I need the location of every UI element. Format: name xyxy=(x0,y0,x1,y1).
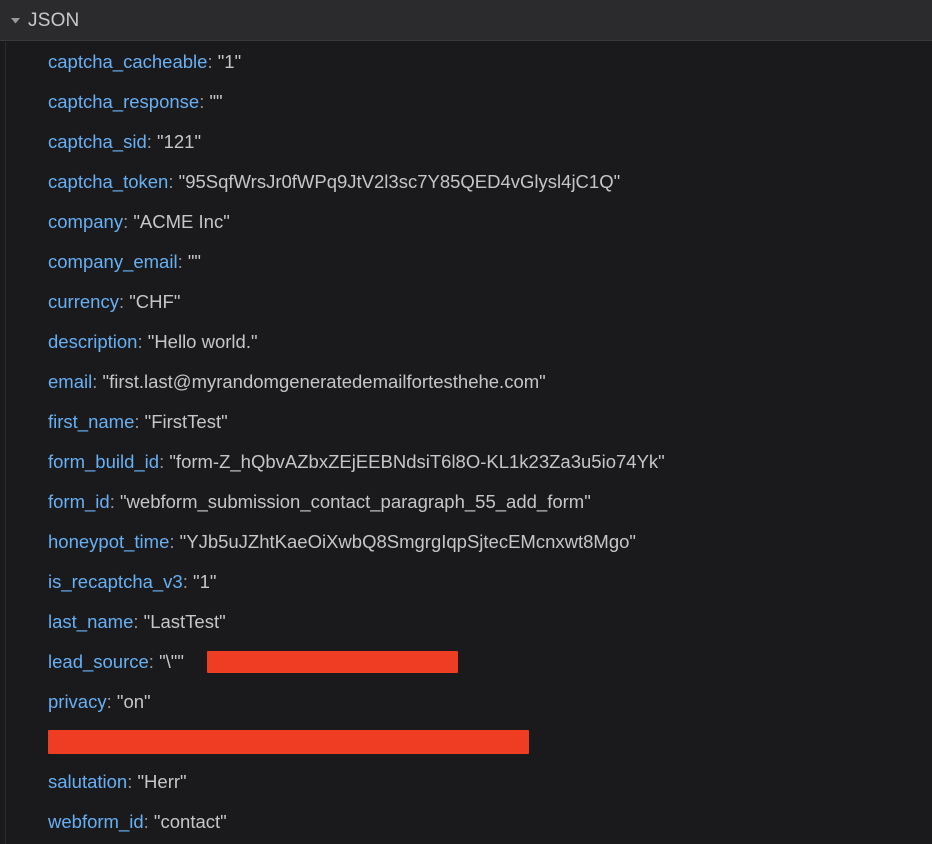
json-value: "YJb5uJZhtKaeOiXwbQ8SmgrgIqpSjtecEMcnxwt… xyxy=(179,531,636,552)
json-key: captcha_cacheable xyxy=(48,51,208,72)
json-key: is_recaptcha_v3 xyxy=(48,571,183,592)
json-separator: : xyxy=(207,51,218,72)
json-key: first_name xyxy=(48,411,135,432)
json-row[interactable]: first_name: "FirstTest" xyxy=(0,402,932,442)
json-rows-container: captcha_cacheable: "1" captcha_response: … xyxy=(0,42,932,844)
json-separator: : xyxy=(148,651,160,672)
json-value: "first.last@myrandomgeneratedemailfortes… xyxy=(102,371,546,392)
json-value-trailing-quote: " xyxy=(177,651,184,672)
json-value: "on" xyxy=(116,691,151,712)
json-row[interactable]: webform_id: "contact" xyxy=(0,802,932,842)
json-row[interactable]: salutation: "Herr" xyxy=(0,762,932,802)
json-value: "Herr" xyxy=(137,771,187,792)
json-separator: : xyxy=(168,171,179,192)
json-separator: : xyxy=(137,331,148,352)
json-key: webform_id xyxy=(48,811,144,832)
json-separator: : xyxy=(177,251,188,272)
json-key: captcha_sid xyxy=(48,131,147,152)
json-row[interactable]: company: "ACME Inc" xyxy=(0,202,932,242)
json-value: "form-Z_hQbvAZbxZEjEEBNdsiT6l8O-KL1k23Za… xyxy=(169,451,665,472)
json-value: "1" xyxy=(217,51,242,72)
json-row[interactable]: honeypot_time: "YJb5uJZhtKaeOiXwbQ8Smgrg… xyxy=(0,522,932,562)
json-row[interactable]: currency: "CHF" xyxy=(0,282,932,322)
json-key: company_email xyxy=(48,251,178,272)
json-key: privacy xyxy=(48,691,107,712)
json-row[interactable]: privacy: "on" xyxy=(0,682,932,722)
json-value: "" xyxy=(187,251,201,272)
json-key: last_name xyxy=(48,611,134,632)
json-value: "121" xyxy=(157,131,202,152)
json-value: "CHF" xyxy=(129,291,181,312)
json-separator: : xyxy=(143,811,154,832)
json-key: email xyxy=(48,371,93,392)
json-value: "ACME Inc" xyxy=(133,211,230,232)
json-row[interactable]: description: "Hello world." xyxy=(0,322,932,362)
json-row[interactable]: email: "first.last@myrandomgeneratedemai… xyxy=(0,362,932,402)
json-value: "95SqfWrsJr0fWPq9JtV2l3sc7Y85QED4vGlysl4… xyxy=(178,171,621,192)
json-key: honeypot_time xyxy=(48,531,170,552)
json-key: captcha_token xyxy=(48,171,169,192)
json-separator: : xyxy=(106,691,117,712)
json-separator: : xyxy=(123,211,134,232)
json-separator: : xyxy=(169,531,180,552)
json-separator: : xyxy=(199,91,210,112)
json-value: "Hello world." xyxy=(147,331,258,352)
json-separator: : xyxy=(182,571,194,592)
json-key: salutation xyxy=(48,771,128,792)
json-row[interactable]: captcha_sid: "121" xyxy=(0,122,932,162)
json-row[interactable]: form_build_id: "form-Z_hQbvAZbxZEjEEBNds… xyxy=(0,442,932,482)
json-key: company xyxy=(48,211,124,232)
json-value: "webform_submission_contact_paragraph_55… xyxy=(119,491,591,512)
json-separator: : xyxy=(92,371,103,392)
json-row[interactable]: company_email: "" xyxy=(0,242,932,282)
json-row[interactable]: last_name: "LastTest" xyxy=(0,602,932,642)
json-row[interactable]: captcha_response: "" xyxy=(0,82,932,122)
json-row[interactable]: lead_source: "\"" xyxy=(0,642,932,682)
json-value: "\" xyxy=(159,651,178,672)
redaction-bar xyxy=(48,730,529,754)
json-separator: : xyxy=(146,131,158,152)
json-key: form_build_id xyxy=(48,451,160,472)
json-viewer-panel: JSON captcha_cacheable: "1" captcha_respo… xyxy=(0,0,932,844)
json-separator: : xyxy=(109,491,120,512)
json-key: description xyxy=(48,331,138,352)
json-separator: : xyxy=(133,611,144,632)
json-key: lead_source xyxy=(48,651,149,672)
json-value: "contact" xyxy=(153,811,227,832)
json-separator: : xyxy=(159,451,170,472)
json-panel-title: JSON xyxy=(28,9,80,31)
triangle-down-icon[interactable] xyxy=(8,13,22,27)
redaction-bar xyxy=(207,651,458,673)
json-value: "FirstTest" xyxy=(144,411,228,432)
json-row[interactable]: captcha_cacheable: "1" xyxy=(0,42,932,82)
json-key: currency xyxy=(48,291,119,312)
json-key: form_id xyxy=(48,491,110,512)
json-panel-header[interactable]: JSON xyxy=(0,0,932,41)
json-row[interactable]: form_id: "webform_submission_contact_par… xyxy=(0,482,932,522)
json-row[interactable]: captcha_token: "95SqfWrsJr0fWPq9JtV2l3sc… xyxy=(0,162,932,202)
json-value: "LastTest" xyxy=(143,611,226,632)
json-key: captcha_response xyxy=(48,91,200,112)
json-value: "1" xyxy=(193,571,217,592)
json-separator: : xyxy=(134,411,145,432)
json-separator: : xyxy=(118,291,130,312)
json-row[interactable]: is_recaptcha_v3: "1" xyxy=(0,562,932,602)
json-value: "" xyxy=(209,91,223,112)
json-row[interactable] xyxy=(0,722,932,762)
json-separator: : xyxy=(127,771,138,792)
